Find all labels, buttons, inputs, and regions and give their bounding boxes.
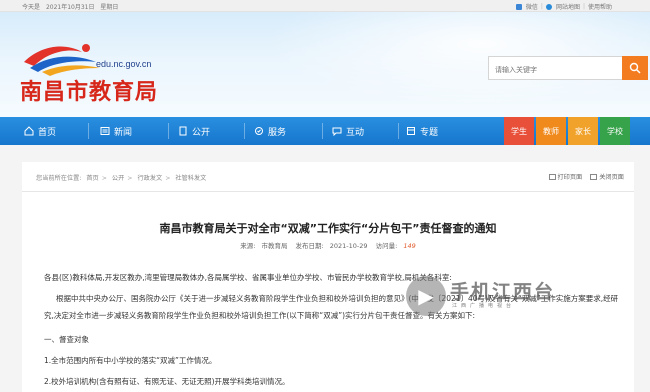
date-value: 2021-10-29 (329, 242, 368, 250)
service-icon (255, 127, 263, 135)
chat-icon (332, 127, 342, 136)
date-info: 今天是 2021年10月31日 星期日 (22, 2, 122, 11)
role-button-school[interactable]: 学校 (600, 117, 630, 145)
breadcrumb-separator: > (101, 175, 107, 182)
nav-label: 互动 (346, 127, 365, 138)
divider: | (582, 3, 585, 10)
divider: | (540, 3, 543, 10)
document-icon (179, 126, 187, 136)
breadcrumb-item[interactable]: 公开 (112, 175, 124, 182)
date-label: 发布日期: (295, 242, 324, 250)
page-tools: 打印页面 关闭页面 (548, 172, 624, 181)
wechat-icon (515, 3, 522, 10)
today-label: 今天是 (22, 4, 41, 11)
site-title[interactable]: 南昌市教育局 (20, 74, 158, 106)
close-icon (590, 174, 598, 180)
role-button-teacher[interactable]: 教师 (536, 117, 566, 145)
watermark-subtext: 江西广播电视台 (452, 303, 516, 309)
article-title: 南昌市教育局关于对全市“双减”工作实行“分片包干”责任督查的通知 (159, 222, 497, 235)
home-icon (24, 126, 34, 136)
breadcrumb-separator: > (165, 175, 171, 182)
help-link[interactable]: 使用帮助 (588, 2, 612, 11)
site-header: edu.nc.gov.cn 南昌市教育局 (0, 12, 650, 117)
close-label: 关闭页面 (599, 174, 624, 181)
role-label: 学校 (607, 126, 623, 136)
article-meta: 来源: 市教育局 发布日期: 2021-10-29 访问量: 149 (22, 240, 634, 250)
hits-value: 149 (403, 242, 416, 250)
main-nav: 首页 新闻 公开 服务 互动 专题 学生 教师 家长 学校 (0, 117, 650, 145)
section-heading: 一、督查对象 (44, 335, 89, 344)
breadcrumb-row: 您当前所在位置: 首页 > 公开 > 行政发文 > 社管科发文 打印页面 关闭页面 (22, 162, 634, 192)
role-button-parent[interactable]: 家长 (568, 117, 598, 145)
close-page-button[interactable]: 关闭页面 (590, 172, 624, 181)
role-label: 教师 (543, 126, 559, 136)
role-label: 家长 (575, 126, 591, 136)
breadcrumb-item[interactable]: 社管科发文 (175, 175, 206, 182)
hits-label: 访问量: (375, 242, 398, 250)
watermark-logo-icon: ▶ (406, 276, 446, 316)
today-date: 2021年10月31日 (45, 4, 95, 11)
role-label: 学生 (511, 126, 527, 136)
paragraph-recipients: 各县(区)教科体局,开发区教办,湾里管理局教体办,各局属学校、省属事业单位办学校… (44, 273, 452, 282)
divider (322, 123, 323, 139)
print-page-button[interactable]: 打印页面 (548, 172, 583, 181)
source-label: 来源: (240, 242, 256, 250)
source-value: 市教育局 (261, 242, 288, 250)
watermark: ▶ 手机江西台 江西广播电视台 (406, 276, 606, 320)
breadcrumb: 您当前所在位置: 首页 > 公开 > 行政发文 > 社管科发文 (36, 173, 209, 182)
nav-label: 公开 (192, 127, 211, 138)
nav-item-home[interactable]: 首页 (24, 117, 56, 145)
news-icon (100, 127, 110, 135)
divider (168, 123, 169, 139)
nav-label: 服务 (268, 127, 287, 138)
nav-label: 首页 (38, 127, 57, 138)
breadcrumb-item[interactable]: 首页 (86, 175, 98, 182)
role-button-student[interactable]: 学生 (504, 117, 534, 145)
list-item: 1.全市范围内所有中小学校的落实“双减”工作情况。 (44, 356, 217, 365)
nav-label: 新闻 (114, 127, 133, 138)
nav-item-news[interactable]: 新闻 (100, 117, 132, 145)
nav-item-service[interactable]: 服务 (254, 117, 286, 145)
nav-label: 专题 (420, 127, 439, 138)
breadcrumb-item[interactable]: 行政发文 (137, 175, 162, 182)
watermark-text: 手机江西台 (450, 281, 556, 303)
search-button[interactable] (622, 56, 648, 80)
breadcrumb-separator: > (127, 175, 133, 182)
nav-item-interact[interactable]: 互动 (332, 117, 364, 145)
wechat-link[interactable]: 微信 (526, 2, 538, 11)
logo-icon (24, 44, 100, 76)
today-weekday: 星期日 (100, 4, 119, 11)
nav-item-public[interactable]: 公开 (178, 117, 210, 145)
print-icon (548, 174, 556, 180)
top-utility-bar: 今天是 2021年10月31日 星期日 微信 | 网站地图 | 使用帮助 (0, 0, 650, 12)
topic-icon (407, 127, 415, 135)
divider (88, 123, 89, 139)
site-url: edu.nc.gov.cn (96, 59, 152, 69)
search-box (488, 56, 624, 81)
nav-item-topics[interactable]: 专题 (406, 117, 438, 145)
sitemap-link[interactable]: 网站地图 (556, 2, 580, 11)
print-label: 打印页面 (557, 174, 583, 181)
divider (244, 123, 245, 139)
list-item: 2.校外培训机构(含有照有证、有照无证、无证无照)开展学科类培训情况。 (44, 377, 290, 386)
search-input[interactable] (489, 59, 599, 81)
search-icon (629, 62, 641, 74)
sitemap-icon (545, 3, 552, 10)
breadcrumb-prefix: 您当前所在位置: (36, 175, 82, 182)
divider (398, 123, 399, 139)
